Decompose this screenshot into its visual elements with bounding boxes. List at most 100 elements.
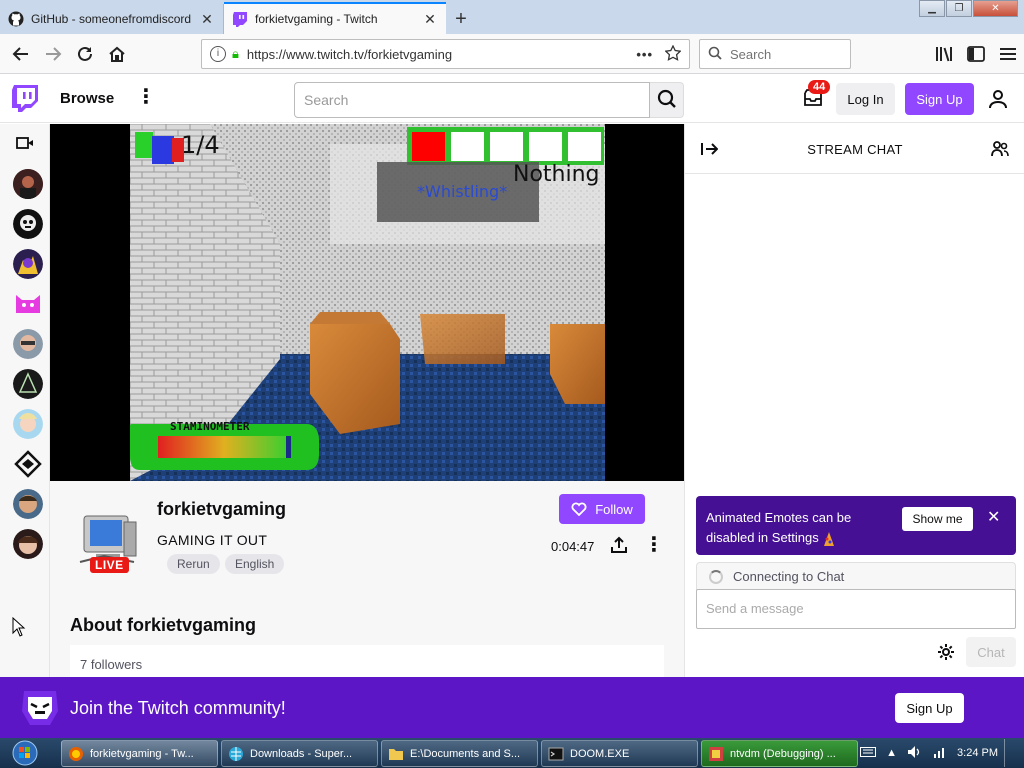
twitch-favicon-icon — [232, 11, 248, 27]
chat-message-input[interactable]: Send a message — [696, 589, 1016, 629]
search-icon — [708, 46, 722, 63]
taskbar-item-doom[interactable]: DOOM.EXE — [541, 740, 698, 767]
maximize-button[interactable]: ❐ — [946, 0, 972, 17]
taskbar-item-documents[interactable]: E:\Documents and S... — [381, 740, 538, 767]
close-tab-icon[interactable]: ✕ — [422, 11, 438, 28]
url-bar[interactable]: i 🔒︎ https://www.twitch.tv/forkietvgamin… — [201, 39, 690, 69]
tag-rerun[interactable]: Rerun — [167, 554, 220, 574]
message-placeholder: Send a message — [706, 601, 804, 616]
sidebar-toggle-icon[interactable] — [960, 38, 992, 70]
channel-avatar[interactable] — [13, 169, 43, 199]
tag-english[interactable]: English — [225, 554, 285, 574]
show-me-button[interactable]: Show me — [902, 507, 973, 531]
taskbar-item-label: forkietvgaming - Tw... — [90, 747, 194, 760]
close-tab-icon[interactable]: ✕ — [199, 11, 215, 28]
browser-search-input[interactable]: Search — [699, 39, 851, 69]
twitch-top-nav: Browse ⋮ Search 44 Log In Sign Up — [0, 75, 1024, 123]
notebook-counter: 1/4 — [181, 131, 220, 159]
channel-avatar[interactable] — [13, 489, 43, 519]
users-list-icon[interactable] — [991, 140, 1009, 161]
window-controls: ▁ ❐ ✕ — [918, 0, 1018, 17]
show-desktop-button[interactable] — [1004, 739, 1016, 767]
clock[interactable]: 3:24 PM — [957, 747, 998, 759]
user-icon[interactable] — [988, 89, 1008, 109]
menu-icon[interactable] — [992, 38, 1024, 70]
twitch-search-input[interactable]: Search — [294, 82, 650, 118]
game-frame: 1/4 Nothing *Whistling* STAMINOMETER — [130, 124, 605, 481]
signup-button[interactable]: Sign Up — [905, 83, 974, 115]
channel-name[interactable]: forkietvgaming — [157, 499, 286, 520]
heart-icon — [571, 502, 587, 516]
glitch-mascot-icon — [20, 689, 60, 727]
taskbar-item-label: E:\Documents and S... — [410, 747, 521, 760]
follow-label: Follow — [595, 501, 633, 517]
party-emote-icon — [822, 531, 836, 547]
channel-avatar[interactable] — [13, 369, 43, 399]
share-icon[interactable] — [610, 536, 628, 557]
video-player[interactable]: 1/4 Nothing *Whistling* STAMINOMETER — [50, 124, 684, 481]
taskbar-item-firefox[interactable]: forkietvgaming - Tw... — [61, 740, 218, 767]
banner-text: Join the Twitch community! — [70, 698, 286, 718]
banner-signup-button[interactable]: Sign Up — [895, 693, 964, 723]
twitch-search-button[interactable] — [650, 82, 684, 118]
notice-text: Animated Emotes can be disabled in Setti… — [706, 508, 886, 548]
stamina-label: STAMINOMETER — [170, 420, 250, 433]
volume-icon[interactable] — [907, 745, 923, 762]
info-icon[interactable]: i — [210, 46, 226, 62]
reload-icon[interactable] — [69, 38, 101, 70]
mouse-cursor-icon — [12, 616, 26, 640]
tab-twitch[interactable]: forkietvgaming - Twitch ✕ — [224, 2, 446, 34]
live-badge: LIVE — [90, 557, 129, 573]
debug-icon — [708, 746, 724, 762]
channel-avatar[interactable] — [13, 529, 43, 559]
minimize-button[interactable]: ▁ — [919, 0, 945, 17]
taskbar-item-ntvdm[interactable]: ntvdm (Debugging) ... — [701, 740, 858, 767]
more-options-icon[interactable]: ⋮ — [644, 535, 664, 555]
browser-tab-bar: GitHub - someonefromdiscord ✕ forkietvga… — [0, 0, 1024, 34]
library-icon[interactable] — [928, 38, 960, 70]
tab-github[interactable]: GitHub - someonefromdiscord ✕ — [0, 4, 224, 34]
channel-avatar[interactable] — [13, 329, 43, 359]
video-camera-icon[interactable] — [16, 136, 34, 153]
windows-taskbar: forkietvgaming - Tw... Downloads - Super… — [0, 738, 1024, 768]
network-icon[interactable] — [933, 745, 947, 762]
connecting-status: Connecting to Chat — [696, 562, 1016, 590]
close-icon[interactable]: ✕ — [987, 507, 1000, 527]
channel-avatar[interactable] — [13, 449, 43, 479]
channel-info-panel: LIVE forkietvgaming GAMING IT OUT Rerun … — [50, 481, 684, 685]
chat-header: STREAM CHAT — [685, 124, 1024, 174]
subtitle-text: *Whistling* — [417, 182, 508, 201]
bookmark-star-icon[interactable] — [664, 44, 682, 64]
stream-chat: STREAM CHAT Animated Emotes can be disab… — [684, 124, 1024, 677]
channel-avatar[interactable] — [13, 249, 43, 279]
show-hidden-icons-icon[interactable]: ▲ — [886, 747, 897, 759]
taskbar-item-label: DOOM.EXE — [570, 747, 630, 760]
channel-avatar[interactable] — [13, 209, 43, 239]
inbox-count-badge: 44 — [808, 80, 831, 94]
channel-avatar[interactable] — [13, 409, 43, 439]
start-button[interactable] — [6, 740, 44, 766]
globe-icon — [228, 746, 244, 762]
gear-icon[interactable] — [937, 643, 955, 664]
twitch-logo-icon[interactable] — [12, 85, 38, 113]
search-icon — [657, 89, 677, 112]
chat-send-button[interactable]: Chat — [966, 637, 1016, 667]
taskbar-item-downloads[interactable]: Downloads - Super... — [221, 740, 378, 767]
more-options-icon[interactable]: ⋮ — [136, 87, 156, 107]
keyboard-icon[interactable] — [860, 746, 877, 760]
new-tab-button[interactable]: + — [446, 4, 476, 34]
window-close-button[interactable]: ✕ — [973, 0, 1018, 17]
follow-button[interactable]: Follow — [559, 494, 645, 524]
console-icon — [548, 746, 564, 762]
login-button[interactable]: Log In — [836, 83, 895, 115]
back-icon[interactable] — [5, 38, 37, 70]
join-community-banner: Join the Twitch community! Sign Up — [0, 677, 1024, 738]
lock-icon[interactable]: 🔒︎ — [232, 46, 239, 62]
item-name-label: Nothing — [513, 162, 600, 187]
forward-icon[interactable] — [37, 38, 69, 70]
page-actions-icon[interactable]: ••• — [636, 47, 653, 62]
home-icon[interactable] — [101, 38, 133, 70]
browse-link[interactable]: Browse — [60, 90, 114, 107]
firefox-icon — [68, 746, 84, 762]
channel-avatar[interactable] — [13, 289, 43, 319]
